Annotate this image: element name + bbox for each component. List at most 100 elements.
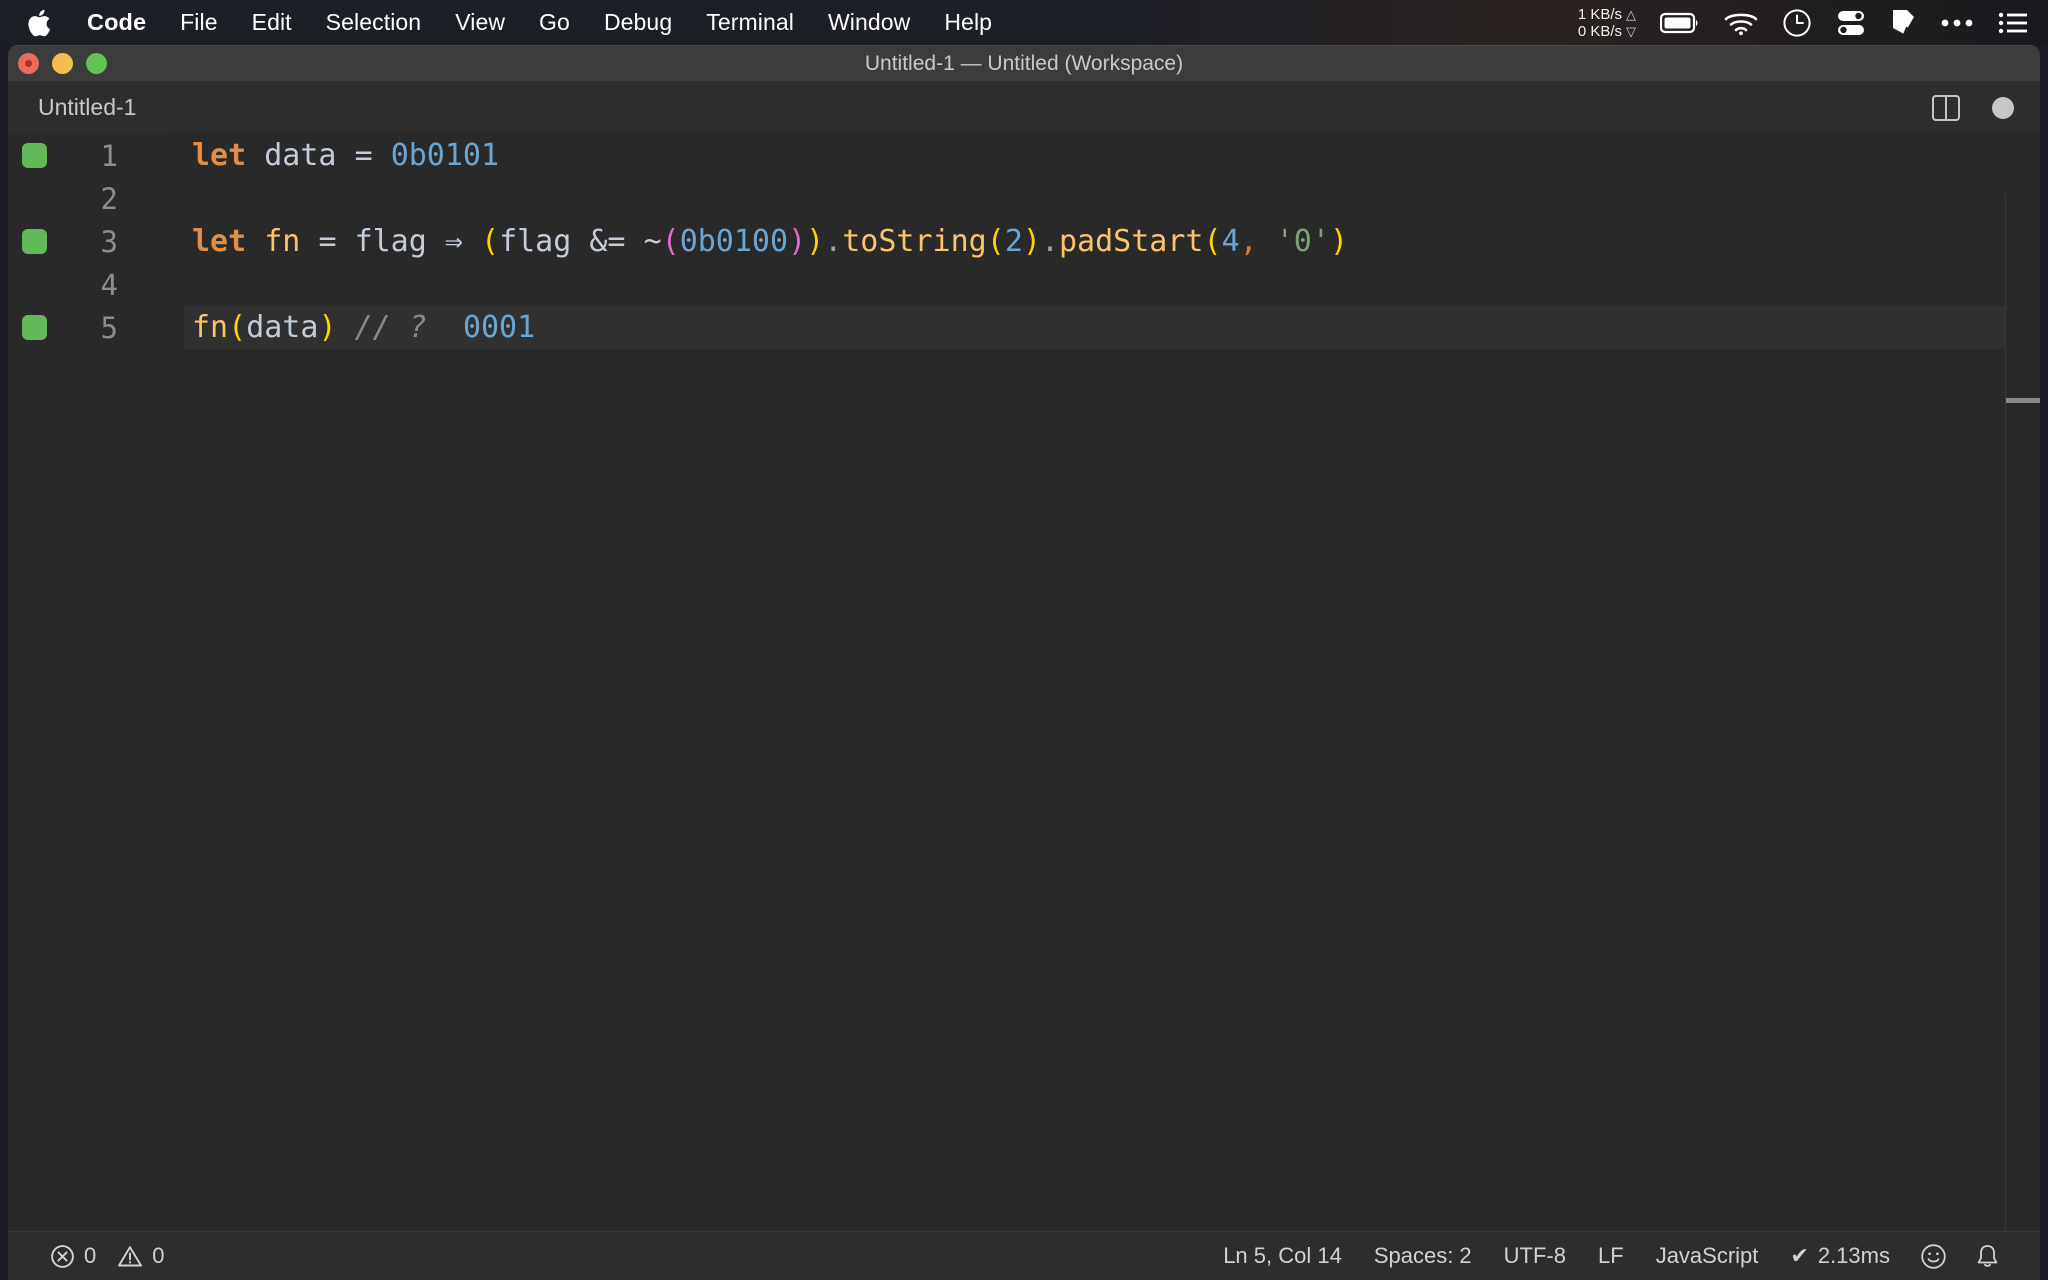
gutter-execution-marker[interactable] [22, 229, 47, 254]
code-token: toString [842, 224, 987, 259]
line-number: 5 [100, 310, 118, 345]
code-token: ( [481, 224, 500, 259]
code-token: padStart [1059, 224, 1204, 259]
code-line[interactable]: 2 [8, 177, 2040, 220]
menu-item-help[interactable]: Help [927, 9, 1009, 36]
cursor-position[interactable]: Ln 5, Col 14 [1207, 1243, 1358, 1269]
code-token: ( [1203, 224, 1222, 259]
menu-item-debug[interactable]: Debug [587, 9, 689, 36]
code-token: fn [264, 224, 301, 259]
code-token: 4 [1221, 224, 1240, 259]
code-token: // ? [354, 310, 427, 345]
tab-untitled-1[interactable]: Untitled-1 [8, 81, 171, 134]
code-token: ( [228, 310, 247, 345]
bell-icon[interactable] [1961, 1243, 2014, 1270]
code-line[interactable]: 5 fn(data) // ? 0001 [8, 306, 2040, 349]
code-editor[interactable]: 1 let data = 0b0101 2 3 let fn = flag ⇒ (fla… [8, 134, 2040, 1231]
code-token: fn [192, 310, 229, 345]
code-token: ) [1329, 224, 1348, 259]
download-arrow-icon: ▽ [1626, 23, 1636, 39]
split-editor-icon[interactable] [1932, 94, 1960, 121]
code-token: 0b0101 [390, 138, 500, 173]
code-line[interactable]: 3 let fn = flag ⇒ (flag &= ~(0b0100)).toS… [8, 220, 2040, 263]
pen-nib-icon[interactable] [1890, 8, 1916, 38]
toggles-icon[interactable] [1836, 8, 1866, 38]
line-number: 4 [100, 267, 118, 302]
run-time: 2.13ms [1817, 1243, 1890, 1268]
indentation-setting[interactable]: Spaces: 2 [1358, 1243, 1488, 1269]
unsaved-indicator-dot[interactable] [1992, 96, 2014, 119]
code-line-content: let data = 0b0101 [192, 138, 499, 173]
code-token: , [1239, 224, 1258, 259]
code-token: 2 [1004, 224, 1023, 259]
status-bar: 0 0 Ln 5, Col 14 Spaces: 2 UTF-8 LF Java… [8, 1231, 2040, 1280]
line-number: 2 [100, 181, 118, 216]
code-line[interactable]: 4 [8, 263, 2040, 306]
code-token: . [1040, 224, 1059, 259]
eol-setting[interactable]: LF [1582, 1243, 1640, 1269]
window-title-bar: Untitled-1 — Untitled (Workspace) [8, 46, 2040, 82]
close-button[interactable] [18, 53, 39, 74]
code-token: let [192, 138, 247, 173]
run-status[interactable]: ✔ 2.13ms [1774, 1243, 1906, 1269]
smiley-icon[interactable] [1906, 1243, 1961, 1270]
window-title: Untitled-1 — Untitled (Workspace) [864, 51, 1184, 75]
warning-icon [117, 1244, 143, 1269]
code-token: ) [788, 224, 807, 259]
language-mode[interactable]: JavaScript [1640, 1243, 1775, 1269]
code-token: ( [986, 224, 1005, 259]
menu-item-code[interactable]: Code [70, 9, 163, 36]
upload-arrow-icon: △ [1626, 6, 1636, 22]
code-token: = [354, 138, 373, 173]
network-download-speed: 0 KB/s [1577, 22, 1622, 40]
code-token: ) [1022, 224, 1041, 259]
macos-menu-bar: Code File Edit Selection View Go Debug T… [0, 0, 2048, 45]
code-token: ⇒ [444, 224, 463, 259]
menu-item-edit[interactable]: Edit [235, 9, 309, 36]
problems-status[interactable]: 0 0 [34, 1243, 181, 1269]
apple-logo-icon[interactable] [22, 4, 56, 42]
battery-icon[interactable] [1660, 11, 1700, 35]
code-token: let [192, 224, 247, 259]
code-token: 0001 [462, 310, 536, 345]
ellipsis-icon[interactable] [1940, 17, 1974, 29]
minimize-button[interactable] [52, 53, 73, 74]
menu-item-selection[interactable]: Selection [309, 9, 439, 36]
menu-item-terminal[interactable]: Terminal [689, 9, 811, 36]
error-icon [50, 1244, 75, 1269]
vscode-window: Untitled-1 — Untitled (Workspace) Untitl… [8, 45, 2040, 1280]
code-line-content: let fn = flag ⇒ (flag &= ~(0b0100)).toSt… [192, 224, 1348, 259]
gutter-execution-marker[interactable] [22, 143, 47, 168]
code-token: flag [354, 224, 427, 259]
clock-icon[interactable] [1782, 8, 1812, 38]
menu-item-file[interactable]: File [163, 9, 234, 36]
code-token: . [824, 224, 843, 259]
menu-item-window[interactable]: Window [811, 9, 927, 36]
code-line[interactable]: 1 let data = 0b0101 [8, 134, 2040, 177]
menu-item-view[interactable]: View [438, 9, 522, 36]
code-token: ) [318, 310, 337, 345]
status-bar-left: 0 0 [8, 1243, 181, 1269]
code-lines-container[interactable]: 1 let data = 0b0101 2 3 let fn = flag ⇒ (fla… [8, 134, 2040, 1231]
wifi-icon[interactable] [1724, 10, 1758, 36]
network-speed-indicator[interactable]: 1 KB/s 0 KB/s △ ▽ [1578, 6, 1636, 40]
maximize-button[interactable] [86, 53, 107, 74]
gutter-execution-marker[interactable] [22, 315, 47, 340]
encoding-setting[interactable]: UTF-8 [1488, 1243, 1582, 1269]
list-icon[interactable] [1998, 11, 2028, 35]
check-icon: ✔ [1790, 1243, 1809, 1268]
menu-bar-items: Code File Edit Selection View Go Debug T… [0, 4, 1009, 42]
scrollbar-thumb[interactable] [2006, 398, 2040, 403]
window-traffic-lights [8, 53, 107, 74]
menu-item-go[interactable]: Go [522, 9, 587, 36]
